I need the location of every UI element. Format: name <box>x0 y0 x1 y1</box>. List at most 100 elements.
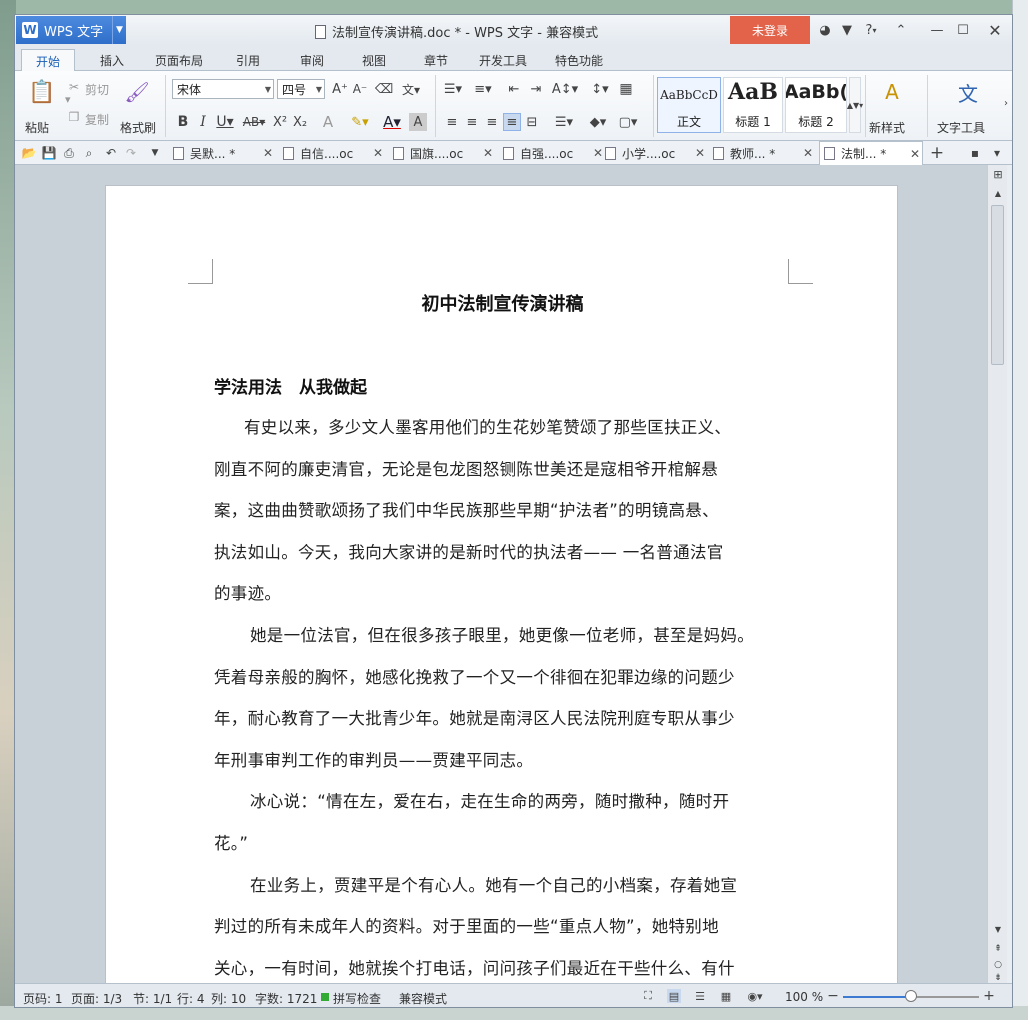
tab-page-layout[interactable]: 页面布局 <box>149 49 209 71</box>
document-page[interactable]: 初中法制宣传演讲稿 学法用法 从我做起 有史以来，多少文人墨客用他们的生花妙笔赞… <box>105 185 898 1005</box>
next-page-icon[interactable]: ⇟ <box>991 973 1005 983</box>
clear-format-icon[interactable]: ⌫ <box>375 81 393 97</box>
status-spell-check[interactable]: 拼写检查 <box>333 990 381 1007</box>
subscript-icon[interactable]: X₂ <box>291 113 309 131</box>
style-normal[interactable]: AaBbCcD 正文 <box>657 77 721 133</box>
line-spacing-icon[interactable]: ☰▾ <box>551 113 577 131</box>
justify-icon[interactable]: ≡ <box>503 113 521 131</box>
zoom-out-icon[interactable]: − <box>827 988 839 1004</box>
text-tools-button[interactable]: 文字工具 <box>937 119 985 136</box>
distribute-icon[interactable]: ⊟ <box>523 113 541 131</box>
text-effect-icon[interactable]: A <box>319 113 337 131</box>
minimize-icon[interactable]: — <box>926 18 948 42</box>
bullet-list-icon[interactable]: ☰▾ <box>441 81 465 97</box>
numbered-list-icon[interactable]: ≡▾ <box>471 81 495 97</box>
doc-tab[interactable]: 教师... * ✕ <box>713 142 817 164</box>
highlight-icon[interactable]: ✎▾ <box>345 113 375 131</box>
superscript-icon[interactable]: X² <box>271 113 289 131</box>
web-view-icon[interactable]: ▦ <box>719 989 733 1003</box>
close-tab-icon[interactable]: ✕ <box>803 146 813 160</box>
sort-icon[interactable]: ↕▾ <box>589 81 611 97</box>
grid-icon[interactable]: ▦ <box>617 81 635 97</box>
zoom-level[interactable]: 100 % <box>785 990 823 1004</box>
vertical-scrollbar[interactable]: ⊞ ▲ ▼ ⇞ ○ ⇟ <box>987 165 1007 983</box>
redo-icon[interactable]: ↷ <box>123 145 139 161</box>
close-icon[interactable]: ✕ <box>984 18 1006 42</box>
tab-insert[interactable]: 插入 <box>93 49 131 71</box>
maximize-icon[interactable]: ☐ <box>952 18 974 42</box>
wps-menu-button[interactable]: W WPS 文字 ▼ <box>16 16 126 44</box>
border-icon[interactable]: ▢▾ <box>615 113 641 131</box>
document-area[interactable]: 初中法制宣传演讲稿 学法用法 从我做起 有史以来，多少文人墨客用他们的生花妙笔赞… <box>15 165 987 1005</box>
tab-special[interactable]: 特色功能 <box>551 49 607 71</box>
grow-font-icon[interactable]: A⁺ <box>331 81 349 97</box>
chevron-down-icon[interactable]: ▼ <box>112 16 126 44</box>
text-direction-icon[interactable]: A↕▾ <box>551 81 579 97</box>
char-shading-icon[interactable]: A <box>409 113 427 131</box>
align-center-icon[interactable]: ≡ <box>463 113 481 131</box>
skin-icon[interactable]: ◕ <box>814 18 836 42</box>
close-tab-icon[interactable]: ✕ <box>373 146 383 160</box>
bold-icon[interactable]: B <box>175 113 191 131</box>
close-tab-icon[interactable]: ✕ <box>483 146 493 160</box>
tab-view[interactable]: 视图 <box>355 49 393 71</box>
format-painter-button[interactable]: 格式刷 <box>120 119 156 136</box>
style-heading2[interactable]: AaBb( 标题 2 <box>785 77 847 133</box>
status-section[interactable]: 节: 1/1 <box>133 990 172 1007</box>
tab-chapter[interactable]: 章节 <box>417 49 455 71</box>
outline-view-icon[interactable]: ☰ <box>693 989 707 1003</box>
doc-tab[interactable]: 自信....oc ✕ <box>283 142 387 164</box>
close-tab-icon[interactable]: ✕ <box>695 146 705 160</box>
shirt-icon[interactable]: ▼ <box>836 18 858 42</box>
underline-icon[interactable]: U▾ <box>213 113 237 131</box>
strikethrough-icon[interactable]: AB▾ <box>241 113 267 131</box>
scroll-up-icon[interactable]: ▲ <box>991 187 1005 199</box>
print-icon[interactable]: ⎙ <box>61 145 77 161</box>
print-preview-icon[interactable]: ⌕ <box>81 145 97 161</box>
eye-protection-icon[interactable]: ◉▾ <box>743 989 767 1003</box>
zoom-slider-handle[interactable] <box>905 990 917 1002</box>
tab-developer[interactable]: 开发工具 <box>475 49 531 71</box>
tab-menu-icon[interactable]: ▾ <box>989 145 1005 161</box>
align-left-icon[interactable]: ≡ <box>443 113 461 131</box>
new-style-button[interactable]: 新样式 <box>869 119 905 136</box>
tab-list-icon[interactable]: ▪ <box>967 145 983 161</box>
scroll-thumb[interactable] <box>991 205 1004 365</box>
tab-review[interactable]: 审阅 <box>293 49 331 71</box>
undo-icon[interactable]: ↶ <box>103 145 119 161</box>
collapse-ribbon-icon[interactable]: ⌃ <box>890 18 912 42</box>
paragraph-shading-icon[interactable]: ◆▾ <box>585 113 611 131</box>
font-name-select[interactable]: 宋体 ▼ <box>172 79 274 99</box>
copy-button[interactable]: 复制 <box>85 111 109 128</box>
close-tab-icon[interactable]: ✕ <box>910 147 920 161</box>
doc-tab[interactable]: 自强....oc ✕ <box>503 142 607 164</box>
status-page-number[interactable]: 页码: 1 <box>23 990 63 1007</box>
zoom-slider[interactable] <box>843 990 979 1002</box>
chevron-right-icon[interactable]: › <box>1001 95 1011 111</box>
page-view-icon[interactable]: ▤ <box>667 989 681 1003</box>
status-page[interactable]: 页面: 1/3 <box>71 990 122 1007</box>
tab-home[interactable]: 开始 <box>21 49 75 72</box>
font-color-icon[interactable]: A▾ <box>379 113 405 131</box>
zoom-in-icon[interactable]: + <box>983 988 995 1004</box>
italic-icon[interactable]: I <box>195 113 211 131</box>
increase-indent-icon[interactable]: ⇥ <box>527 81 545 97</box>
close-tab-icon[interactable]: ✕ <box>593 146 603 160</box>
new-tab-icon[interactable]: + <box>929 143 945 163</box>
paste-icon[interactable]: 📋 <box>28 77 55 107</box>
scroll-down-icon[interactable]: ▼ <box>991 923 1005 935</box>
doc-tab[interactable]: 国旗....oc ✕ <box>393 142 497 164</box>
shrink-font-icon[interactable]: A⁻ <box>351 81 369 97</box>
prev-page-icon[interactable]: ⇞ <box>991 943 1005 955</box>
decrease-indent-icon[interactable]: ⇤ <box>505 81 523 97</box>
styles-scroll[interactable]: ▲▼▾ <box>847 77 863 133</box>
ruler-toggle-icon[interactable]: ⊞ <box>991 167 1005 181</box>
status-word-count[interactable]: 字数: 1721 <box>255 990 317 1007</box>
save-icon[interactable]: 💾 <box>41 145 57 161</box>
doc-tab[interactable]: 吴默... * ✕ <box>173 142 277 164</box>
fullscreen-icon[interactable]: ⛶ <box>641 989 655 1003</box>
doc-tab[interactable]: 法制... * ✕ <box>819 141 923 165</box>
phonetic-guide-icon[interactable]: 文▾ <box>397 81 425 97</box>
align-right-icon[interactable]: ≡ <box>483 113 501 131</box>
open-folder-icon[interactable]: 📂 <box>21 145 37 161</box>
